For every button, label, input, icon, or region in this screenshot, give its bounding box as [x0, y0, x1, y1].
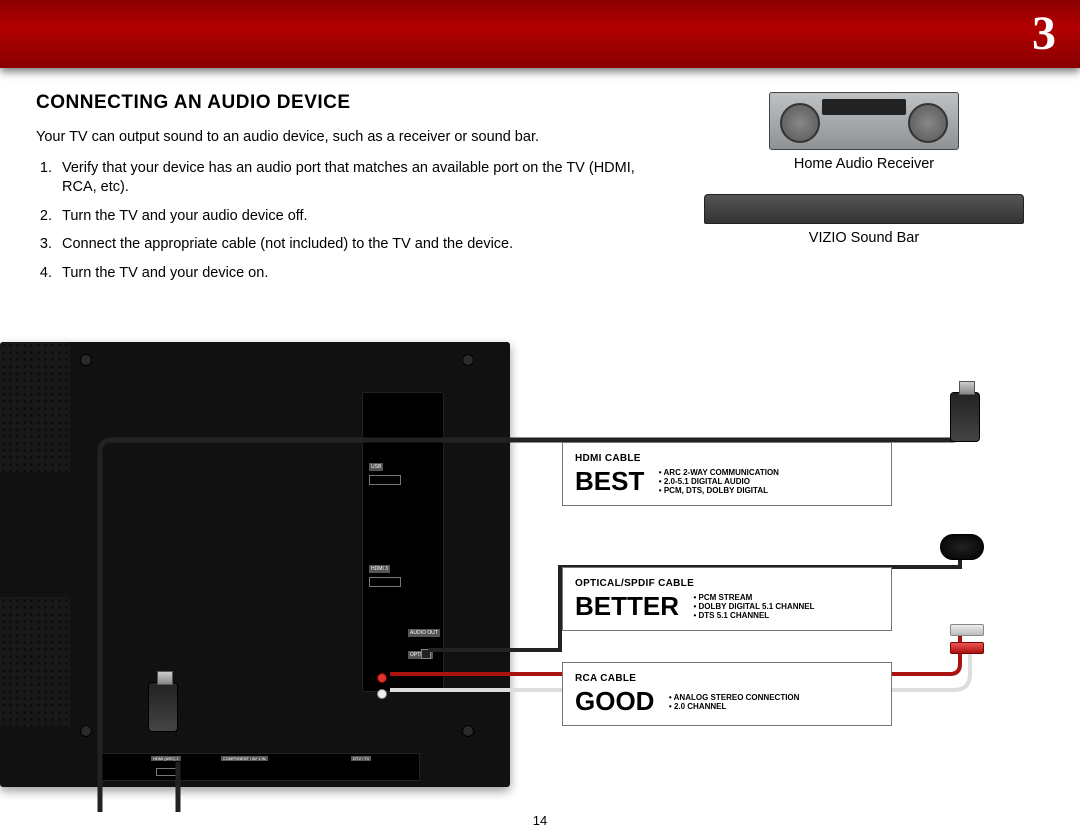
receiver-illustration [769, 92, 959, 150]
step-item: Verify that your device has an audio por… [56, 159, 660, 197]
cable-rating: GOOD [575, 686, 654, 717]
component-label: COMPONENT / AV 1 IN [221, 756, 268, 761]
cable-name: RCA CABLE [575, 673, 636, 684]
rca-right-jack [377, 689, 387, 699]
speaker-grille [0, 342, 70, 472]
hdmi-arc-label: HDMI (ARC) 1 [151, 756, 181, 761]
optical-port [421, 649, 431, 659]
speaker-grille [0, 597, 70, 727]
bottom-port-panel: HDMI (ARC) 1 COMPONENT / AV 1 IN DTV / T… [100, 753, 420, 781]
cable-name: OPTICAL/SPDIF CABLE [575, 578, 694, 589]
soundbar-label: VIZIO Sound Bar [684, 230, 1044, 246]
optical-plug-icon [940, 534, 984, 560]
soundbar-illustration [704, 194, 1024, 224]
step-item: Turn the TV and your device on. [56, 264, 660, 283]
dtv-label: DTV / TV [351, 756, 371, 761]
side-port-panel: USB HDMI 3 AUDIO OUT OPTICAL [362, 392, 444, 692]
rca-left-jack [377, 673, 387, 683]
hdmi-plug-icon [950, 392, 980, 442]
cable-name: HDMI CABLE [575, 453, 641, 464]
usb-port [369, 475, 401, 485]
cable-info-better: OPTICAL/SPDIF CABLE BETTER PCM STREAM DO… [562, 567, 892, 631]
section-intro: Your TV can output sound to an audio dev… [36, 128, 660, 147]
hdmi-connector-icon [148, 682, 178, 732]
cable-info-best: HDMI CABLE BEST ARC 2-WAY COMMUNICATION … [562, 442, 892, 506]
hdmi3-port [369, 577, 401, 587]
rca-red-plug-icon [950, 642, 984, 654]
cable-rating: BETTER [575, 591, 679, 622]
cable-features: ARC 2-WAY COMMUNICATION 2.0-5.1 DIGITAL … [659, 468, 779, 495]
chapter-banner: 3 [0, 0, 1080, 68]
hdmi3-label: HDMI 3 [369, 565, 390, 573]
hdmi-arc-port [156, 768, 180, 776]
step-item: Connect the appropriate cable (not inclu… [56, 235, 660, 254]
tv-back-panel: USB HDMI 3 AUDIO OUT OPTICAL HDMI (ARC) … [0, 342, 510, 787]
steps-list: Verify that your device has an audio por… [36, 159, 660, 283]
audio-out-label: AUDIO OUT [408, 629, 440, 637]
rca-white-plug-icon [950, 624, 984, 636]
step-item: Turn the TV and your audio device off. [56, 207, 660, 226]
usb-label: USB [369, 463, 383, 471]
connection-diagram: USB HDMI 3 AUDIO OUT OPTICAL HDMI (ARC) … [0, 342, 1080, 812]
left-column: CONNECTING AN AUDIO DEVICE Your TV can o… [36, 92, 660, 293]
page-number: 14 [0, 813, 1080, 828]
cable-rating: BEST [575, 466, 644, 497]
content-row: CONNECTING AN AUDIO DEVICE Your TV can o… [0, 68, 1080, 293]
receiver-label: Home Audio Receiver [684, 156, 1044, 172]
cable-features: PCM STREAM DOLBY DIGITAL 5.1 CHANNEL DTS… [693, 593, 814, 620]
right-column: Home Audio Receiver VIZIO Sound Bar [684, 92, 1044, 293]
section-title: CONNECTING AN AUDIO DEVICE [36, 92, 660, 114]
cable-features: ANALOG STEREO CONNECTION 2.0 CHANNEL [669, 693, 800, 711]
chapter-number: 3 [1032, 6, 1056, 61]
cable-info-good: RCA CABLE GOOD ANALOG STEREO CONNECTION … [562, 662, 892, 726]
